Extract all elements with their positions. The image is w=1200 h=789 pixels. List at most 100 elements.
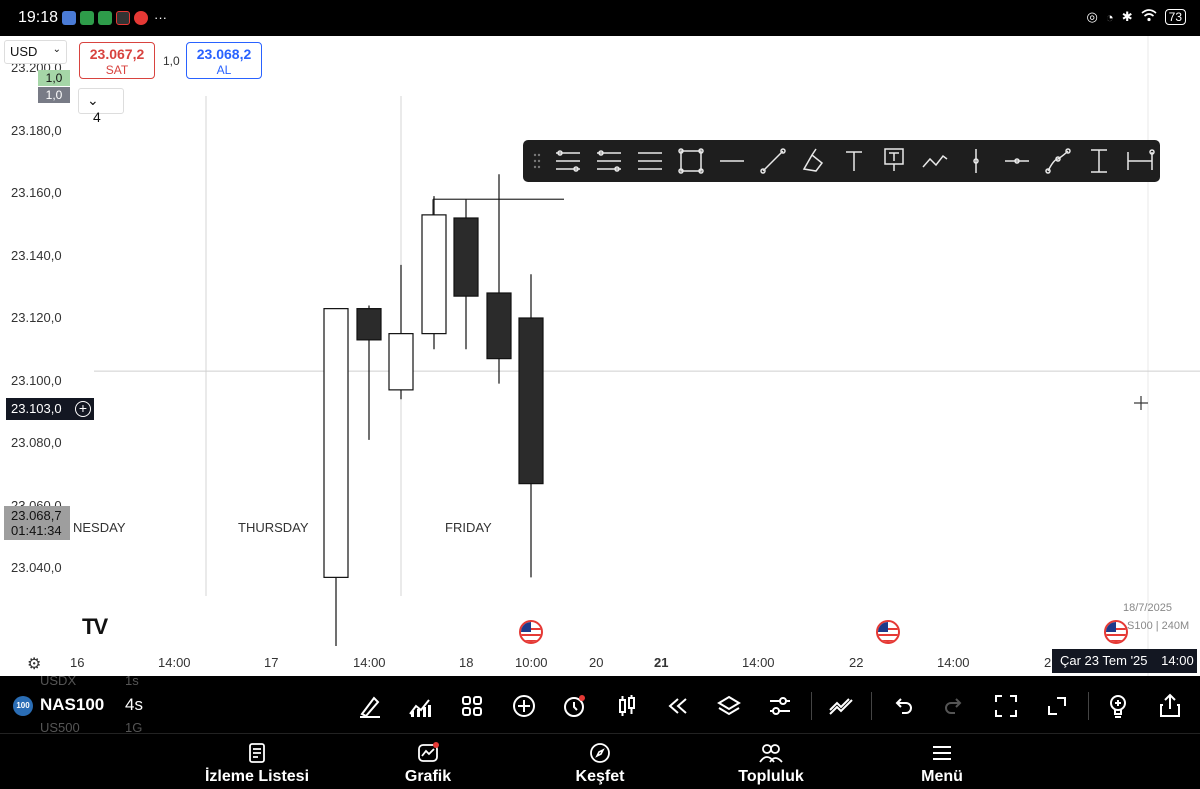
chart-bottom-toolbar: USDX 1s 100 NAS100 4s US500 1G bbox=[0, 673, 1200, 735]
y-axis-tick-label: 23.140,0 bbox=[11, 247, 62, 263]
sell-button[interactable]: 23.067,2 SAT bbox=[79, 42, 155, 79]
bluetooth-icon: ✱ bbox=[1121, 9, 1133, 24]
y-axis-tick-label: 23.100,0 bbox=[11, 372, 62, 388]
ideas-bulb-icon[interactable] bbox=[1104, 692, 1132, 720]
candle-style-icon[interactable] bbox=[613, 692, 641, 720]
candle-body bbox=[356, 308, 382, 341]
bottom-navigation: İzleme Listesi Grafik Keşfet Topluluk Me… bbox=[0, 733, 1200, 789]
status-app-icons: ··· bbox=[62, 10, 167, 25]
nav-explore[interactable]: Keşfet bbox=[540, 734, 660, 789]
x-axis-tick-label: 14:00 bbox=[742, 655, 775, 670]
bar-countdown: 01:41:34 bbox=[11, 523, 62, 538]
redo-icon[interactable] bbox=[940, 692, 968, 720]
x-axis-tick-label: 17 bbox=[264, 655, 279, 670]
x-axis-tick-label: 22 bbox=[849, 655, 864, 670]
more-notifications-icon: ··· bbox=[154, 10, 167, 25]
app-notification-icon bbox=[62, 10, 76, 25]
undo-icon[interactable] bbox=[889, 692, 917, 720]
wifi-icon bbox=[1141, 9, 1157, 25]
drawing-tools-icon[interactable] bbox=[356, 692, 384, 720]
nav-menu[interactable]: Menü bbox=[882, 734, 1002, 789]
y-axis-tick-label: 23.160,0 bbox=[11, 185, 62, 200]
app-notification-icon bbox=[116, 10, 130, 25]
x-axis-tick-label: 14:00 bbox=[937, 655, 970, 670]
session-label: THURSDAY bbox=[238, 520, 309, 535]
us-flag-event-icon[interactable] bbox=[519, 620, 543, 644]
collapse-indicators-button[interactable]: ⌄ 4 bbox=[78, 88, 124, 125]
nav-label: Topluluk bbox=[738, 768, 804, 785]
nav-label: Keşfet bbox=[575, 768, 625, 785]
screenshot-frame-icon[interactable] bbox=[992, 692, 1020, 720]
toolbar-divider bbox=[1088, 692, 1089, 720]
chart-area[interactable]: 23.200,0 23.180,0 23.160,0 23.140,0 23.120,0… bbox=[0, 36, 1200, 676]
session-label: NESDAY bbox=[73, 520, 126, 535]
indicators-icon[interactable] bbox=[406, 692, 434, 720]
trend-line-icon[interactable] bbox=[760, 148, 786, 174]
layers-icon[interactable] bbox=[715, 692, 743, 720]
share-icon[interactable] bbox=[1156, 692, 1184, 720]
buy-price: 23.068,2 bbox=[196, 46, 252, 62]
interval-selector[interactable]: 4s bbox=[125, 695, 143, 715]
chart-settings-icon[interactable]: ⚙ bbox=[27, 654, 41, 674]
app-notification-icon bbox=[98, 10, 112, 25]
trading-panel-icon[interactable] bbox=[827, 692, 855, 720]
x-axis-tick-label: 10:00 bbox=[515, 655, 548, 670]
candle-body bbox=[323, 308, 349, 578]
chart-info-date: 18/7/2025 bbox=[1123, 602, 1172, 614]
app-notification-icon bbox=[80, 10, 94, 25]
chart-info-symbol: S100 | 240M bbox=[1127, 620, 1190, 632]
replay-rewind-icon[interactable] bbox=[664, 692, 692, 720]
candle-body bbox=[453, 217, 479, 297]
x-axis-tick-label: 20 bbox=[589, 655, 604, 670]
crosshair-date-label: Çar 23 Tem '25 14:00 bbox=[1052, 649, 1197, 673]
x-axis-tick-label: 14:00 bbox=[158, 655, 191, 670]
nav-watchlist[interactable]: İzleme Listesi bbox=[197, 734, 317, 789]
regression-trend-icon[interactable] bbox=[597, 150, 621, 172]
price-chart[interactable] bbox=[0, 36, 1200, 676]
crosshair-price: 23.103,0 bbox=[11, 401, 62, 416]
vertical-line-icon[interactable] bbox=[973, 149, 979, 173]
us-flag-event-icon[interactable] bbox=[1104, 620, 1128, 644]
quantity-bottom[interactable]: 1,0 bbox=[38, 87, 70, 103]
currency-select[interactable]: USD ⌄ bbox=[4, 40, 67, 64]
parallel-channel-icon[interactable] bbox=[556, 150, 580, 172]
y-axis-tick-label: 23.040,0 bbox=[11, 560, 62, 575]
settings-sliders-icon[interactable] bbox=[766, 692, 794, 720]
text-note-icon[interactable] bbox=[884, 148, 904, 171]
brush-icon[interactable] bbox=[802, 148, 824, 172]
last-price: 23.068,7 bbox=[11, 508, 62, 523]
session-label: FRIDAY bbox=[445, 520, 492, 535]
nav-chart[interactable]: Grafik bbox=[368, 734, 488, 789]
chevron-down-icon: ⌄ bbox=[87, 92, 99, 108]
price-range-icon[interactable] bbox=[1091, 149, 1107, 173]
candle-body bbox=[388, 333, 414, 391]
prev-symbol-interval: 1s bbox=[125, 673, 139, 688]
pitchfork-icon[interactable] bbox=[922, 154, 948, 168]
chevron-down-icon: ⌄ bbox=[52, 44, 61, 55]
buy-label: AL bbox=[216, 63, 232, 77]
alert-clock-icon[interactable] bbox=[561, 692, 589, 720]
symbol-name[interactable]: NAS100 bbox=[40, 695, 104, 715]
nav-community[interactable]: Topluluk bbox=[711, 734, 831, 789]
status-time: 19:18 bbox=[18, 9, 59, 26]
add-circle-icon[interactable] bbox=[510, 692, 538, 720]
path-icon[interactable] bbox=[1045, 148, 1071, 174]
us-flag-event-icon[interactable] bbox=[876, 620, 900, 644]
crosshair-time: 14:00 bbox=[1161, 653, 1194, 668]
add-order-icon[interactable]: + bbox=[75, 401, 91, 417]
drawing-toolbar-icons bbox=[533, 148, 1155, 174]
horizontal-ray-icon[interactable] bbox=[1005, 158, 1029, 164]
compass-icon bbox=[590, 743, 610, 763]
date-range-icon[interactable] bbox=[1127, 149, 1155, 170]
currency-value: USD bbox=[10, 44, 38, 59]
quantity-top[interactable]: 1,0 bbox=[38, 70, 70, 86]
fullscreen-icon[interactable] bbox=[1043, 692, 1071, 720]
y-axis-tick-label: 23.080,0 bbox=[11, 435, 62, 450]
buy-button[interactable]: 23.068,2 AL bbox=[186, 42, 262, 79]
text-icon[interactable] bbox=[846, 151, 862, 171]
toolbar-divider bbox=[871, 692, 872, 720]
fib-retracement-icon[interactable] bbox=[638, 152, 662, 170]
watchlist-icon bbox=[249, 743, 265, 763]
layout-grid-icon[interactable] bbox=[458, 692, 486, 720]
rectangle-icon[interactable] bbox=[678, 148, 704, 174]
